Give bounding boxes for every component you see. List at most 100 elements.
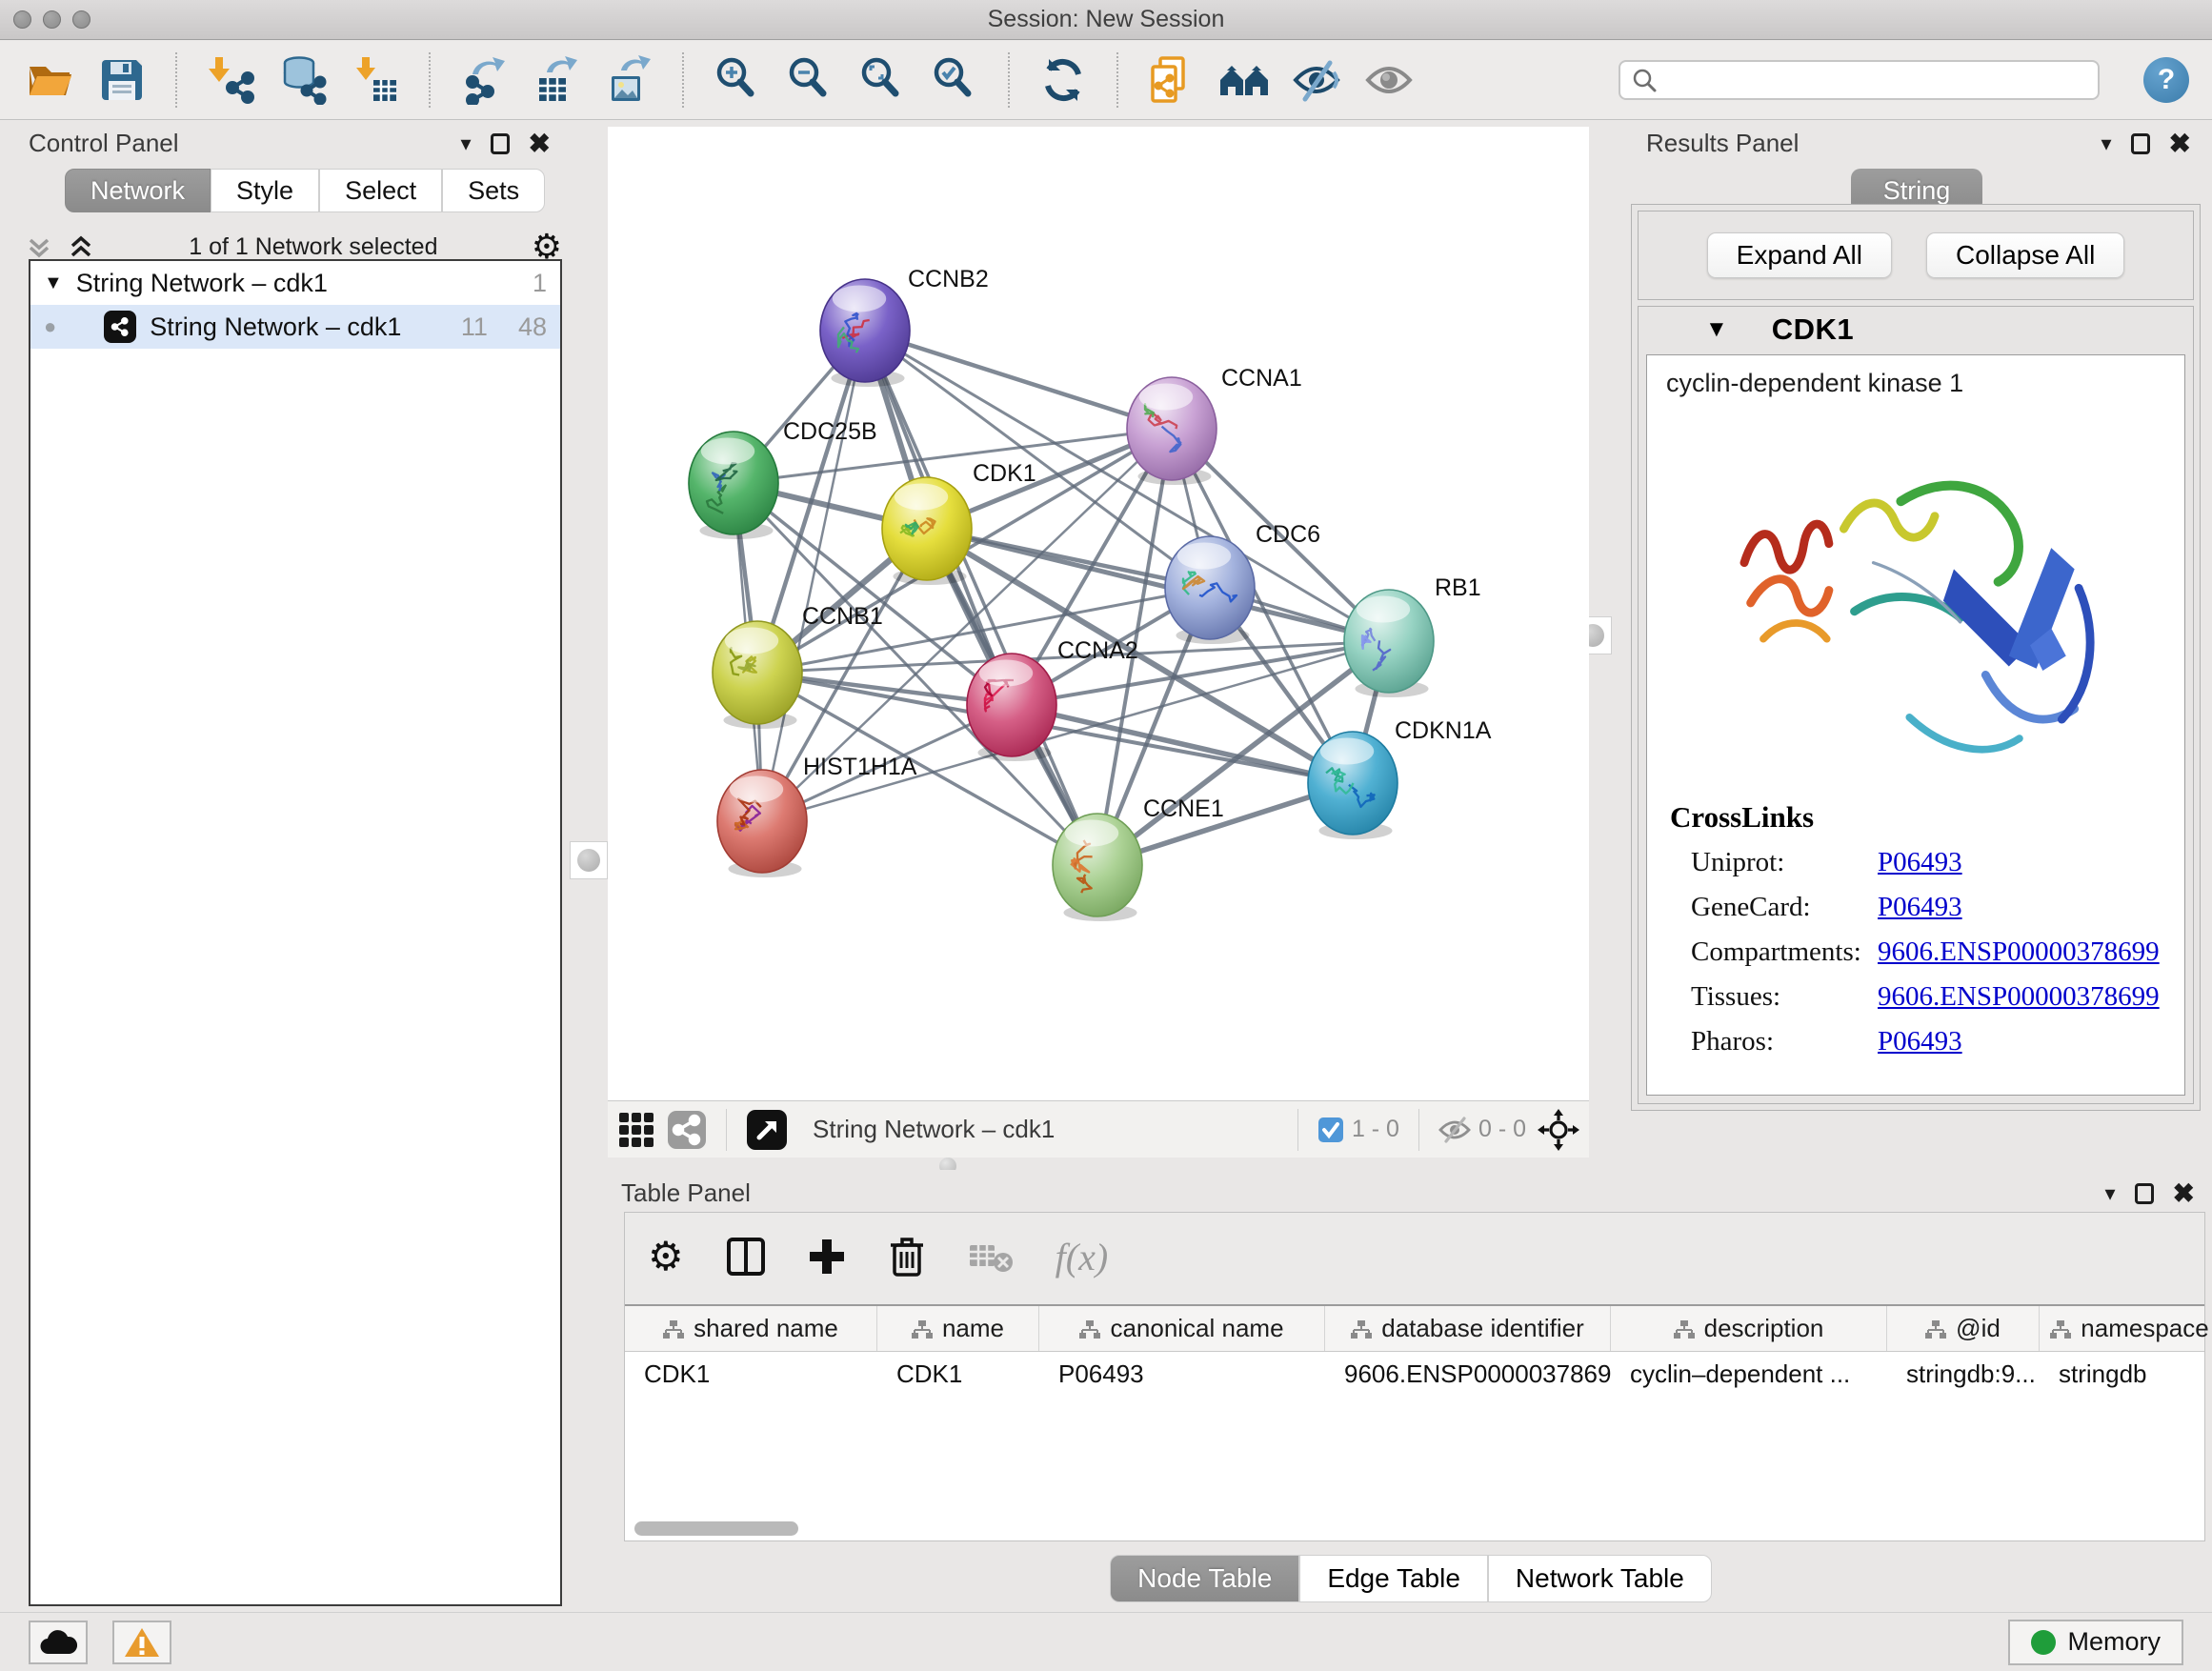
birds-eye-view-icon[interactable] [746,1109,788,1151]
control-panel-maximize-icon[interactable] [491,133,510,154]
memory-button[interactable]: Memory [2008,1620,2183,1665]
node-RB1[interactable] [1344,590,1434,697]
network-row-selected[interactable]: ● String Network – cdk1 11 48 [30,305,560,349]
collapse-all-networks-icon[interactable] [67,232,95,261]
column-header-namespace[interactable]: namespace [2040,1306,2212,1351]
crosslink-link[interactable]: 9606.ENSP00000378699 [1878,981,2160,1013]
import-network-database-icon[interactable] [276,53,330,107]
column-header-name[interactable]: name [877,1306,1039,1351]
open-session-icon[interactable] [23,53,76,107]
table-row[interactable]: CDK1CDK1P064939606.ENSP00000378699cyclin… [625,1352,2204,1396]
table-cell[interactable]: 9606.ENSP00000378699 [1325,1352,1611,1396]
network-view-canvas[interactable]: CCNB2CCNA1CDC25BCDK1CDC6RB1CCNB1CCNA2CDK… [608,127,1589,1100]
collection-count: 1 [533,269,547,298]
selected-checkbox-icon[interactable] [1317,1117,1344,1143]
grid-mode-icon[interactable] [617,1111,655,1149]
node-label-CDK1: CDK1 [973,460,1036,487]
tab-style[interactable]: Style [211,169,319,212]
import-network-file-icon[interactable] [204,53,257,107]
export-image-icon[interactable] [602,53,655,107]
network-node-count: 11 [461,312,488,342]
column-header-description[interactable]: description [1611,1306,1887,1351]
table-cell[interactable]: cyclin–dependent ... [1611,1352,1887,1396]
zoom-out-icon[interactable] [783,53,836,107]
column-hierarchy-icon [1674,1319,1695,1339]
node-CCNB2[interactable] [820,279,910,387]
import-table-file-icon[interactable] [349,53,402,107]
tab-network[interactable]: Network [65,169,211,212]
node-CDC25B[interactable] [689,432,778,539]
table-panel-float-icon[interactable]: ▾ [2104,1181,2115,1206]
network-collection-row[interactable]: ▼ String Network – cdk1 1 [30,261,560,305]
crosslink-link[interactable]: P06493 [1878,847,1962,878]
delete-column-icon[interactable] [888,1236,926,1278]
search-input[interactable] [1664,67,2086,93]
memory-label: Memory [2067,1627,2161,1657]
zoom-fit-icon[interactable] [855,53,909,107]
network-share-mode-icon[interactable] [667,1110,707,1150]
control-panel-close-icon[interactable]: ✖ [529,128,551,159]
tab-node-table[interactable]: Node Table [1110,1555,1299,1602]
tab-sets[interactable]: Sets [442,169,545,212]
export-network-icon[interactable] [457,53,511,107]
column-hierarchy-icon [663,1319,684,1339]
crosslink-link[interactable]: P06493 [1878,1026,1962,1057]
edge-CCNB2-CCNA1[interactable] [865,331,1172,429]
main-toolbar: ? [0,41,2212,120]
table-panel-close-icon[interactable]: ✖ [2173,1178,2195,1209]
expand-all-networks-icon[interactable] [25,232,53,261]
node-CCNA1[interactable] [1127,377,1217,485]
zoom-in-icon[interactable] [711,53,764,107]
help-button[interactable]: ? [2143,57,2189,103]
node-CCNB1[interactable] [713,621,802,729]
crosslink-link[interactable]: P06493 [1878,892,1962,923]
table-horizontal-scrollbar[interactable] [634,1521,798,1536]
tab-network-table[interactable]: Network Table [1488,1555,1712,1602]
hide-selected-icon[interactable] [1290,53,1343,107]
node-CCNA2[interactable] [967,654,1056,761]
export-table-icon[interactable] [530,53,583,107]
tab-select[interactable]: Select [319,169,442,212]
copy-style-icon[interactable] [1145,53,1198,107]
network-current-dot-icon: ● [44,314,56,339]
results-panel-maximize-icon[interactable] [2131,133,2150,154]
left-splitter-handle[interactable] [570,841,608,879]
cdk1-collapse-icon[interactable]: ▼ [1705,316,1728,343]
table-cell[interactable]: stringdb [2040,1352,2212,1396]
show-all-icon[interactable] [1362,53,1416,107]
network-edges [734,331,1389,865]
show-columns-icon[interactable] [726,1237,766,1277]
first-neighbors-icon[interactable] [1217,53,1271,107]
table-panel-maximize-icon[interactable] [2135,1183,2154,1204]
node-HIST1H1A[interactable] [717,770,807,877]
pan-crosshair-icon[interactable] [1538,1109,1579,1151]
table-cell[interactable]: stringdb:9... [1887,1352,2040,1396]
results-panel-close-icon[interactable]: ✖ [2169,128,2191,159]
edge-CCNB2-CCNE1[interactable] [865,331,1097,865]
refresh-icon[interactable] [1036,53,1090,107]
column-header-shared-name[interactable]: shared name [625,1306,877,1351]
expand-all-button[interactable]: Expand All [1707,232,1892,278]
table-cell[interactable]: CDK1 [877,1352,1039,1396]
warning-status-button[interactable] [112,1621,171,1664]
zoom-selected-icon[interactable] [928,53,981,107]
add-column-icon[interactable] [808,1238,846,1276]
cloud-status-button[interactable] [29,1621,88,1664]
save-session-icon[interactable] [95,53,149,107]
table-cell[interactable]: CDK1 [625,1352,877,1396]
table-cell[interactable]: P06493 [1039,1352,1325,1396]
collection-expand-icon[interactable]: ▼ [44,272,63,294]
crosslink-label: Compartments: [1691,936,1878,968]
column-header--id[interactable]: @id [1887,1306,2040,1351]
node-CDKN1A[interactable] [1308,732,1398,839]
column-header-canonical-name[interactable]: canonical name [1039,1306,1325,1351]
control-panel-float-icon[interactable]: ▾ [460,131,471,156]
results-panel-float-icon[interactable]: ▾ [2101,131,2111,156]
collapse-all-button[interactable]: Collapse All [1926,232,2124,278]
crosslink-row: Compartments:9606.ENSP00000378699 [1647,930,2184,975]
column-header-database-identifier[interactable]: database identifier [1325,1306,1611,1351]
crosslink-link[interactable]: 9606.ENSP00000378699 [1878,936,2160,968]
table-options-gear-icon[interactable]: ⚙ [648,1237,684,1277]
tab-edge-table[interactable]: Edge Table [1299,1555,1488,1602]
node-CCNE1[interactable] [1053,814,1142,921]
